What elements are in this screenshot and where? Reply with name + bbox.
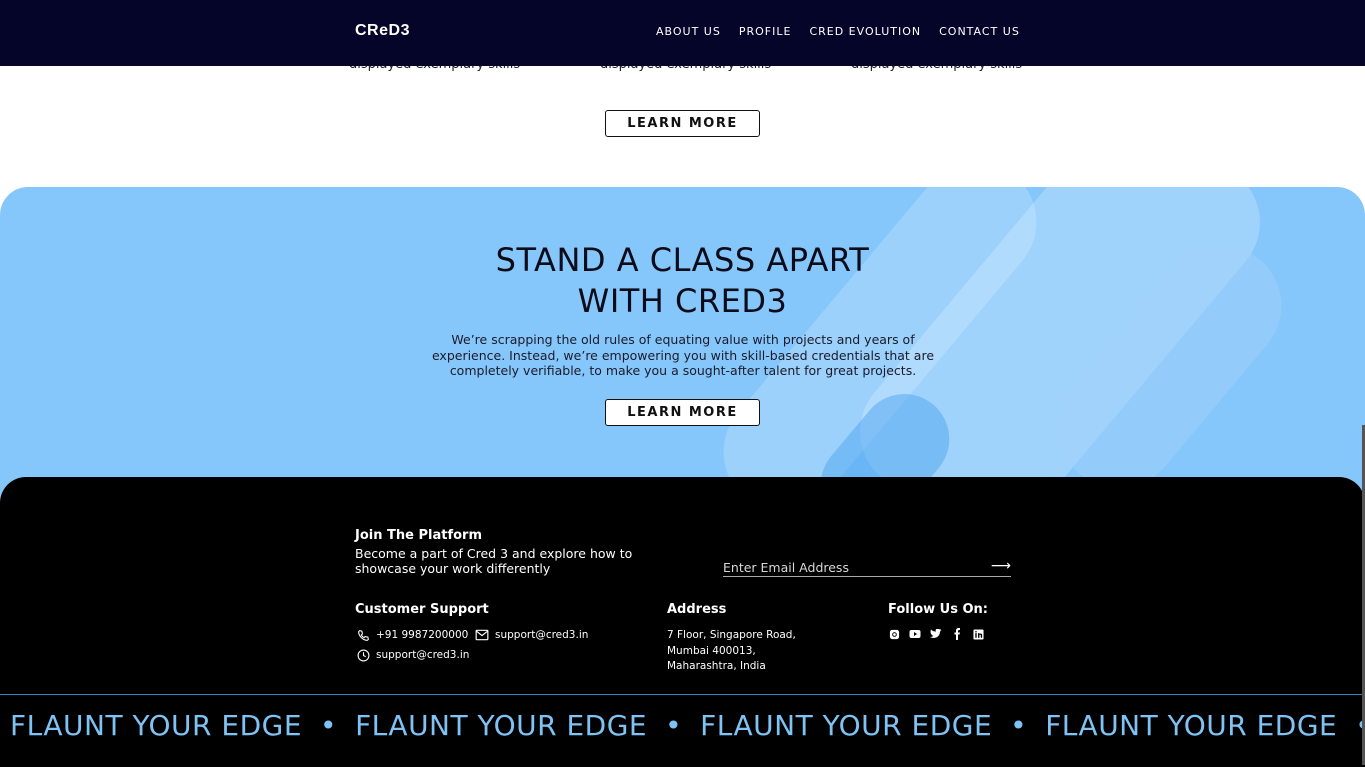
newsletter-form: ⟶ (723, 557, 1011, 577)
nav-links: ABOUT US PROFILE CRED EVOLUTION CONTACT … (656, 25, 1020, 38)
hero-description: We’re scrapping the old rules of equatin… (431, 332, 935, 378)
support-email-secondary: support@cred3.in (376, 649, 470, 661)
join-description: Become a part of Cred 3 and explore how … (355, 546, 633, 576)
mail-icon (475, 628, 489, 642)
footer: Join The Platform Become a part of Cred … (0, 477, 1365, 767)
address-title: Address (667, 602, 727, 617)
nav-link-profile[interactable]: PROFILE (739, 25, 792, 38)
youtube-icon[interactable] (909, 628, 921, 640)
nav-link-about-us[interactable]: ABOUT US (656, 25, 721, 38)
top-navbar: CReD3 ABOUT US PROFILE CRED EVOLUTION CO… (0, 0, 1365, 66)
email-input[interactable] (723, 560, 983, 575)
hero-section: STAND A CLASS APART WITH CRED3 We’re scr… (0, 187, 1365, 507)
address-text: 7 Floor, Singapore Road, Mumbai 400013, … (667, 629, 796, 672)
follow-title: Follow Us On: (888, 602, 988, 617)
marquee-item: FLAUNT YOUR EDGE (10, 709, 303, 742)
facebook-icon[interactable] (951, 628, 963, 640)
hours-row[interactable]: support@cred3.in (356, 648, 469, 662)
marquee-separator: • (1010, 709, 1028, 742)
marquee-separator: • (320, 709, 338, 742)
phone-number: +91 9987200000 (376, 629, 469, 641)
instagram-icon[interactable] (888, 628, 900, 640)
cred3-logo[interactable]: CReD3 (355, 22, 410, 40)
hero-title: STAND A CLASS APART WITH CRED3 (495, 241, 870, 320)
marquee-separator: • (665, 709, 683, 742)
nav-link-cred-evolution[interactable]: CRED EVOLUTION (809, 25, 921, 38)
email-row[interactable]: support@cred3.in (475, 628, 588, 642)
join-title: Join The Platform (355, 528, 482, 543)
phone-icon (356, 628, 370, 642)
marquee-item: FLAUNT YOUR EDGE (1045, 709, 1338, 742)
cards-learn-more-button[interactable]: LEARN MORE (605, 110, 760, 137)
marquee-item: FLAUNT YOUR EDGE (355, 709, 648, 742)
marquee-item: FLAUNT YOUR EDGE (700, 709, 993, 742)
linkedin-icon[interactable] (972, 628, 984, 640)
arrow-right-icon[interactable]: ⟶ (991, 558, 1011, 574)
marquee-track: FLAUNT YOUR EDGE • FLAUNT YOUR EDGE • FL… (10, 709, 1365, 742)
customer-support-title: Customer Support (355, 602, 489, 617)
hero-learn-more-button[interactable]: LEARN MORE (605, 399, 760, 426)
twitter-icon[interactable] (930, 628, 942, 640)
nav-link-contact-us[interactable]: CONTACT US (939, 25, 1020, 38)
support-email: support@cred3.in (495, 629, 589, 641)
clock-icon (356, 648, 370, 662)
social-icons (888, 628, 984, 640)
phone-row[interactable]: +91 9987200000 (356, 628, 468, 642)
flaunt-marquee: FLAUNT YOUR EDGE • FLAUNT YOUR EDGE • FL… (0, 694, 1365, 767)
